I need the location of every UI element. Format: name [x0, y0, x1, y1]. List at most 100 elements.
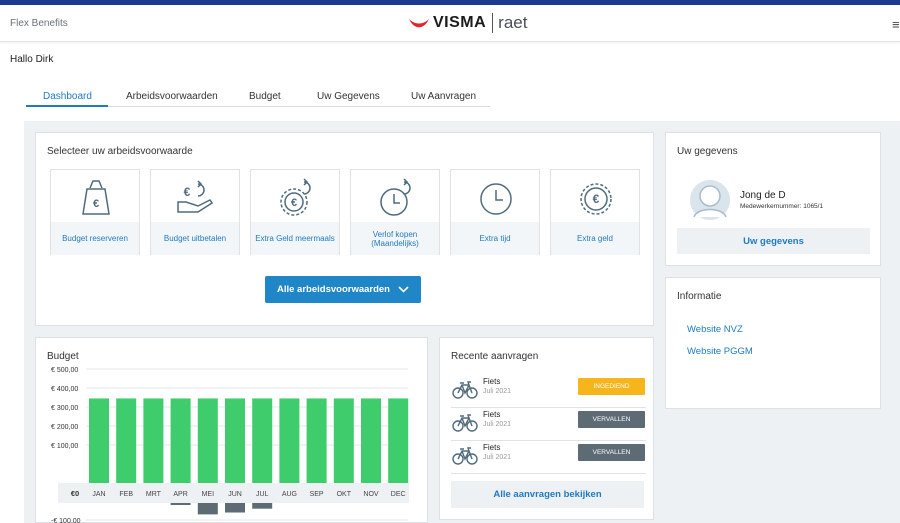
x-tick-label: MEI	[202, 491, 215, 498]
svg-text:€: €	[184, 185, 191, 199]
tab-budget[interactable]: Budget	[249, 91, 281, 102]
tab-uw-aanvragen[interactable]: Uw Aanvragen	[411, 91, 476, 102]
bar-budget	[388, 398, 409, 483]
svg-text:€: €	[93, 198, 99, 210]
visma-raet-logo[interactable]: VISMA raet	[408, 12, 527, 34]
tile-budget-reserveren[interactable]: € Budget reserveren	[50, 169, 140, 255]
x-tick-label: JAN	[92, 491, 105, 498]
request-row[interactable]: Fiets Juli 2021 VERVALLEN	[451, 408, 646, 441]
x-tick-label: AUG	[282, 491, 297, 498]
bar-budget	[225, 398, 245, 483]
x-tick-label: DEC	[391, 491, 406, 498]
y-tick-label: € 200,00	[51, 424, 78, 431]
main-tabs: Dashboard Arbeidsvoorwaarden Budget Uw G…	[26, 91, 490, 107]
request-title: Fiets	[483, 377, 501, 386]
aanvragen-title: Recente aanvragen	[451, 351, 539, 362]
tile-label: Budget reserveren	[51, 222, 139, 255]
arbeidsvoorwaarden-title: Selecteer uw arbeidsvoorwaarde	[47, 146, 193, 157]
clock-repeat-icon	[380, 178, 411, 216]
bar-budget	[116, 398, 137, 483]
bar-negative	[197, 503, 218, 515]
x-tick-label: JUL	[256, 491, 269, 498]
app-name[interactable]: Flex Benefits	[10, 18, 68, 29]
tile-extra-geld-meermaals[interactable]: € Extra Geld meermaals	[250, 169, 340, 255]
bar-budget	[252, 398, 273, 483]
bar-budget	[197, 398, 218, 483]
x-tick-label: OKT	[337, 491, 352, 498]
x-tick-label: NOV	[363, 491, 379, 498]
budget-chart: € 500,00 € 400,00 € 300,00 € 200,00 € 100,00…	[51, 367, 409, 523]
tab-arbeidsvoorwaarden[interactable]: Arbeidsvoorwaarden	[126, 91, 218, 102]
profile-card: Uw gegevens Jong de D Medewerkernummer: …	[665, 132, 881, 266]
clock-icon	[480, 183, 512, 215]
alle-aanvragen-button[interactable]: Alle aanvragen bekijken	[451, 481, 644, 508]
zero-label: €0	[71, 489, 79, 498]
svg-text:€: €	[291, 197, 297, 209]
x-tick-label: APR	[173, 491, 187, 498]
request-title: Fiets	[483, 410, 501, 419]
euro-bag-icon: €	[82, 180, 110, 215]
tile-label: Extra tijd	[451, 222, 539, 255]
profile-title: Uw gegevens	[677, 146, 738, 157]
bar-budget	[361, 398, 381, 483]
status-badge: INGEDIEND	[578, 378, 645, 395]
app-header: Flex Benefits VISMA raet ≡	[0, 5, 900, 42]
hamburger-icon[interactable]: ≡	[892, 17, 900, 32]
link-website-nvz[interactable]: Website NVZ	[687, 324, 743, 335]
tile-label: Extra Geld meermaals	[251, 222, 339, 255]
bar-budget	[333, 398, 354, 483]
aanvragen-card: Recente aanvragen Fiets Juli 2021 INGEDI…	[439, 337, 654, 520]
greeting-text: Hallo Dirk	[10, 54, 54, 65]
request-date: Juli 2021	[483, 421, 512, 428]
tile-verlof-kopen[interactable]: Verlof kopen (Maandelijks)	[350, 169, 440, 255]
y-tick-label: € 500,00	[51, 367, 78, 374]
x-tick-label: FEB	[119, 491, 133, 498]
visma-swoosh-icon	[409, 19, 429, 28]
informatie-title: Informatie	[677, 291, 722, 302]
tile-label: Budget uitbetalen	[151, 222, 239, 255]
avatar	[690, 180, 730, 220]
tile-extra-tijd[interactable]: Extra tijd	[450, 169, 540, 255]
bar-budget	[143, 398, 164, 483]
uw-gegevens-button[interactable]: Uw gegevens	[677, 228, 870, 254]
status-badge: VERVALLEN	[578, 411, 645, 428]
all-arbeidsvoorwaarden-button[interactable]: Alle arbeidsvoorwaarden	[265, 276, 421, 303]
status-badge: VERVALLEN	[578, 444, 645, 461]
request-date: Juli 2021	[483, 454, 512, 461]
tile-budget-uitbetalen[interactable]: € Budget uitbetalen	[150, 169, 240, 255]
logo-sub: raet	[498, 13, 528, 32]
x-tick-label: MRT	[146, 491, 162, 498]
euro-hand-icon: €	[177, 180, 214, 213]
y-tick-label: € 100,00	[51, 443, 78, 450]
informatie-card: Informatie Website NVZ Website PGGM	[665, 277, 881, 409]
active-tab-indicator	[26, 105, 108, 107]
employee-number: Medewerkernummer: 1065/1	[740, 203, 824, 210]
logo-brand: VISMA	[433, 14, 487, 31]
bar-negative	[252, 503, 273, 509]
bar-budget	[170, 398, 191, 483]
bicycle-icon	[452, 447, 478, 465]
euro-repeat-icon: €	[280, 178, 311, 216]
chevron-down-icon	[398, 286, 409, 293]
y-tick-label: -€ 100,00	[51, 518, 81, 523]
svg-text:€: €	[593, 192, 600, 206]
x-tick-label: SEP	[310, 491, 324, 498]
bar-negative	[225, 503, 245, 513]
tile-extra-geld[interactable]: € Extra geld	[550, 169, 640, 255]
tile-label: Extra geld	[551, 222, 639, 255]
request-row[interactable]: Fiets Juli 2021 VERVALLEN	[451, 441, 646, 474]
tile-label: Verlof kopen (Maandelijks)	[351, 222, 439, 255]
profile-name: Jong de D	[740, 190, 786, 201]
y-tick-label: € 400,00	[51, 386, 78, 393]
request-title: Fiets	[483, 443, 501, 452]
bar-budget	[306, 398, 327, 483]
request-row[interactable]: Fiets Juli 2021 INGEDIEND	[451, 375, 646, 408]
tab-dashboard[interactable]: Dashboard	[43, 91, 92, 102]
y-tick-label: € 300,00	[51, 405, 78, 412]
logo-separator	[492, 13, 494, 33]
link-website-pggm[interactable]: Website PGGM	[687, 346, 753, 357]
bar-budget	[89, 398, 109, 483]
budget-card: Budget € 500,00 € 400,00 € 300,00 € 200,00 €…	[35, 337, 428, 523]
bar-negative	[170, 503, 191, 505]
tab-uw-gegevens[interactable]: Uw Gegevens	[317, 91, 380, 102]
